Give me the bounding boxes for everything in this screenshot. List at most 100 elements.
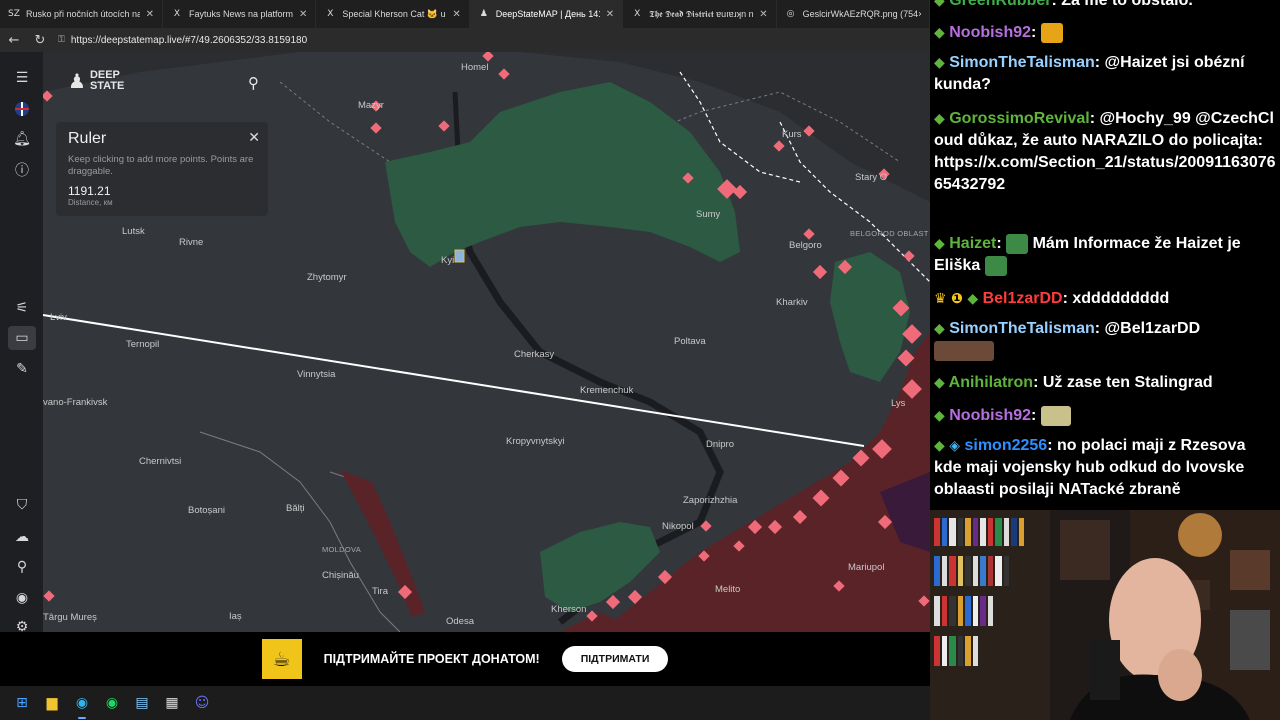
tab-close-icon[interactable]: ✕ xyxy=(299,9,307,20)
menu-icon[interactable]: ☰ xyxy=(8,66,36,90)
tab-title: 𝕿𝖍𝖊 𝕯𝖊𝖆𝖉 𝕯𝖎𝖘𝖙𝖗𝖎𝖈𝖙 ɐuıɐɹʞn na p xyxy=(649,8,754,19)
chat-message: ◆ Noobish92: xyxy=(934,405,1276,427)
map-label: Bălți xyxy=(286,503,305,514)
tab-favicon-icon: ♟ xyxy=(479,9,488,19)
map-label: Ternopil xyxy=(126,339,160,350)
sub-badge-icon: ◆ xyxy=(934,25,945,41)
tab-title: Rusko při nočních útocích na Ukra xyxy=(26,9,140,19)
browser-tab[interactable]: X 𝕿𝖍𝖊 𝕯𝖊𝖆𝖉 𝕯𝖎𝖘𝖙𝖗𝖎𝖈𝖙 ɐuıɐɹʞn na p ✕ xyxy=(623,0,777,28)
chat-username: Bel1zarDD xyxy=(982,290,1063,307)
tab-title: DeepStateMAP | День 1416 | Map xyxy=(495,9,600,19)
coffee-cup-icon: ☕ xyxy=(261,639,302,679)
sub-badge-icon: ◆ xyxy=(967,291,979,307)
calculator-icon[interactable]: ▦ xyxy=(160,691,184,715)
url-field[interactable]: ⚿ https://deepstatemap.live/#7/49.260635… xyxy=(58,35,307,46)
browser-tab[interactable]: X Faytuks News na platformě X: „Fo ✕ xyxy=(163,0,317,28)
map-label: Tira xyxy=(372,586,389,597)
map-label: Melito xyxy=(715,584,741,595)
map-label: Târgu Mureș xyxy=(43,612,97,623)
map-label: Lutsk xyxy=(122,226,145,237)
chat-message: ◆ GorossimoRevival: @Hochy_99 @CzechClou… xyxy=(934,110,1276,193)
emote-icon xyxy=(1040,22,1063,43)
draw-tool-icon[interactable]: ✎ xyxy=(8,357,36,381)
ruler-tool-icon[interactable]: ▭ xyxy=(8,326,36,350)
sub-badge-icon: ◆ xyxy=(934,375,945,391)
chat-username: GorossimoRevival xyxy=(949,110,1090,127)
sub-badge-icon: ◆ xyxy=(934,236,945,252)
donate-button[interactable]: ПІДТРИМАТИ xyxy=(561,646,669,672)
deepstate-logo[interactable]: ♟ DEEP STATE xyxy=(68,70,124,92)
tab-close-icon[interactable]: ✕ xyxy=(146,9,154,20)
notepad-icon[interactable]: ▤ xyxy=(130,691,154,715)
site-info-icon[interactable]: ⚿ xyxy=(58,35,65,45)
start-windows-icon[interactable]: ⊞ xyxy=(10,691,34,715)
emote-icon xyxy=(934,340,994,361)
donate-banner: ☕ ПІДТРИМАЙТЕ ПРОЕКТ ДОНАТОМ! ПІДТРИМАТИ xyxy=(0,632,930,686)
browser-tab[interactable]: SZ Rusko při nočních útocích na Ukra ✕ xyxy=(0,0,163,28)
target-icon[interactable]: ◉ xyxy=(8,586,36,610)
chat-message: ◆ ◈ simon2256: no polaci maji z Rzesova … xyxy=(934,437,1246,498)
url-text: https://deepstatemap.live/#7/49.2606352/… xyxy=(70,34,308,46)
map-label: Odesa xyxy=(446,616,474,627)
map-label: Cherkasy xyxy=(514,349,555,360)
emote-icon xyxy=(984,255,1007,276)
map-label: BELGOROD OBLAST xyxy=(850,229,929,238)
map-label: Sumy xyxy=(696,209,721,220)
back-arrow-icon[interactable]: ← xyxy=(6,33,22,48)
chat-username: GreenRubber xyxy=(949,0,1052,9)
browser-tab-active[interactable]: ♟ DeepStateMAP | День 1416 | Map ✕ xyxy=(469,0,624,28)
chat-text: Už zase ten Stalingrad xyxy=(1042,374,1213,391)
map-label: Iaș xyxy=(229,611,242,622)
file-explorer-icon[interactable]: ▆ xyxy=(40,691,64,715)
logo-text: DEEP STATE xyxy=(90,70,124,92)
tab-title: Special Kherson Cat 🐱 ua na platf xyxy=(342,8,446,19)
language-flag-icon[interactable] xyxy=(8,97,36,121)
number-badge-icon: ❶ xyxy=(951,291,963,307)
map-label: MOLDOVA xyxy=(322,545,362,554)
sub-badge-icon: ◆ xyxy=(934,0,945,9)
left-toolbar: ☰ 🔔︎ ⓘ ⚟ ▭ ✎ ⛉ ☁ ⚲ ◉ ⚙ xyxy=(0,52,43,635)
layers-shield-icon[interactable]: ⛉ xyxy=(8,493,36,517)
map-label: Rivne xyxy=(179,237,204,248)
deepstate-pawn-icon: ♟ xyxy=(68,68,86,93)
map-label: Mariupol xyxy=(848,562,885,573)
reload-icon[interactable]: ↻ xyxy=(32,33,48,48)
browser-tab-strip: SZ Rusko při nočních útocích na Ukra ✕ X… xyxy=(0,0,930,28)
map-label: Dnipro xyxy=(706,439,734,450)
satellite-icon[interactable]: ⚲ xyxy=(8,555,36,579)
emote-icon xyxy=(1040,405,1071,426)
filters-sliders-icon[interactable]: ⚟ xyxy=(8,296,36,320)
map-label: Nikopol xyxy=(662,521,694,532)
emote-icon xyxy=(1006,233,1029,254)
browser-tab[interactable]: X Special Kherson Cat 🐱 ua na platf ✕ xyxy=(316,0,470,28)
sub-badge-icon: ◆ xyxy=(934,438,945,454)
chat-username: Anihilatron xyxy=(948,374,1034,391)
webcam-image xyxy=(930,510,1280,720)
close-icon[interactable]: ✕ xyxy=(248,130,260,146)
map-label: Lviv xyxy=(50,312,67,323)
map-label: Botoșani xyxy=(188,505,225,516)
notifications-bell-icon[interactable]: 🔔︎ xyxy=(8,127,36,151)
map-label: Kremenchuk xyxy=(580,385,634,396)
tab-close-icon[interactable]: ✕ xyxy=(606,9,614,20)
tab-favicon-icon: X xyxy=(173,9,181,19)
weather-cloud-icon[interactable]: ☁ xyxy=(8,525,36,549)
map-label: Lys xyxy=(891,398,906,409)
tab-close-icon[interactable]: ✕ xyxy=(759,9,767,20)
map-label: Kharkiv xyxy=(776,297,808,308)
discord-icon[interactable]: ☺ xyxy=(190,691,214,715)
browser-tab[interactable]: ◎ GeslcirWkAEzRQR.png (754×6 xyxy=(777,0,930,28)
info-icon[interactable]: ⓘ xyxy=(8,158,36,182)
logo-word-state: STATE xyxy=(89,80,125,92)
tab-close-icon[interactable]: ✕ xyxy=(452,9,460,20)
edge-browser-icon[interactable]: ◉ xyxy=(70,691,94,719)
ruler-distance-label: Distance, км xyxy=(68,198,113,207)
tab-title: GeslcirWkAEzRQR.png (754×6 xyxy=(802,9,921,19)
map-label: Kherson xyxy=(551,604,587,615)
spotify-icon[interactable]: ◉ xyxy=(100,691,124,715)
chat-message: ♛ ❶ ◆ Bel1zarDD: xddddddddd xyxy=(934,290,1170,307)
chat-message: ◆ Haizet: Mám Informace že Haizet je Eli… xyxy=(934,233,1241,276)
map-label: vano-Frankivsk xyxy=(43,397,108,408)
search-icon[interactable]: ⚲ xyxy=(248,74,259,92)
map-label: Chernivtsi xyxy=(139,456,182,467)
